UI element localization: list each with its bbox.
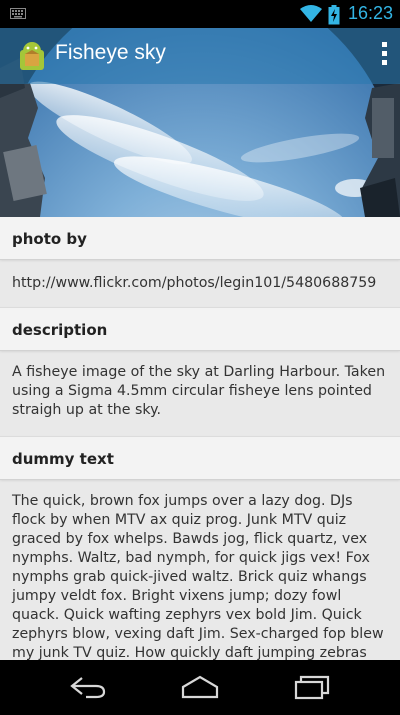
section-header-photo-by: photo by: [0, 217, 400, 260]
status-bar: 16:23: [0, 0, 400, 28]
action-bar: Fisheye sky: [0, 28, 400, 84]
app-title: Fisheye sky: [55, 41, 166, 64]
section-header-dummy-text: dummy text: [0, 436, 400, 480]
back-icon[interactable]: [68, 674, 108, 700]
detail-content[interactable]: photo by http://www.flickr.com/photos/le…: [0, 217, 400, 660]
keyboard-icon: [10, 8, 26, 19]
navigation-bar: [0, 660, 400, 715]
dummy-text-body: The quick, brown fox jumps over a lazy d…: [12, 493, 384, 660]
home-icon[interactable]: [180, 674, 220, 700]
android-app-icon[interactable]: [16, 40, 48, 72]
battery-charging-icon: [328, 5, 340, 25]
wifi-icon: [300, 5, 322, 22]
recents-icon[interactable]: [292, 674, 332, 700]
clock: 16:23: [347, 3, 393, 23]
overflow-menu-icon[interactable]: [378, 42, 390, 70]
description-text: A fisheye image of the sky at Darling Ha…: [12, 364, 386, 418]
section-header-description: description: [0, 307, 400, 351]
photo-credit-url: http://www.flickr.com/photos/legin101/54…: [12, 275, 377, 291]
